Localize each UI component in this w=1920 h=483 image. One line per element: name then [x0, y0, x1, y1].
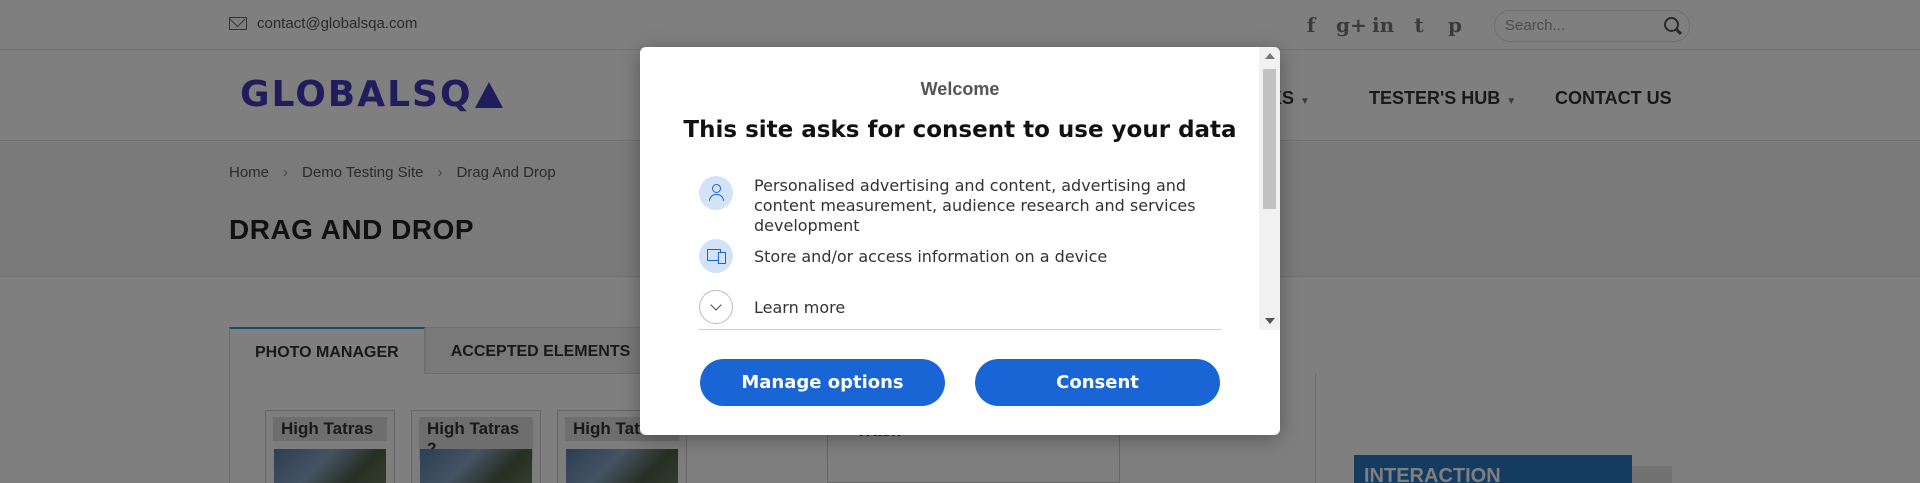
- purpose-personalised-ads: Personalised advertising and content, ad…: [699, 176, 1219, 236]
- scroll-down-icon[interactable]: [1265, 318, 1275, 324]
- manage-options-button[interactable]: Manage options: [700, 359, 945, 406]
- learn-more-label[interactable]: Learn more: [754, 290, 845, 318]
- chevron-down-icon[interactable]: [699, 290, 733, 324]
- consent-dialog: Welcome This site asks for consent to us…: [640, 47, 1280, 435]
- dialog-welcome: Welcome: [920, 79, 1000, 99]
- purpose-text: Store and/or access information on a dev…: [754, 247, 1108, 266]
- purpose-text: Personalised advertising and content, ad…: [754, 176, 1196, 235]
- scrollbar-thumb[interactable]: [1263, 69, 1276, 209]
- learn-more[interactable]: Learn more: [699, 290, 1219, 324]
- dialog-title: This site asks for consent to use your d…: [683, 117, 1237, 143]
- consent-button[interactable]: Consent: [975, 359, 1220, 406]
- dialog-divider: [699, 329, 1221, 330]
- person-icon: [699, 176, 733, 210]
- consent-scroll-area[interactable]: Welcome This site asks for consent to us…: [640, 47, 1280, 330]
- dialog-scrollbar[interactable]: [1259, 47, 1280, 330]
- purpose-store-access: Store and/or access information on a dev…: [699, 239, 1219, 273]
- device-icon: [699, 239, 733, 273]
- scroll-up-icon[interactable]: [1265, 53, 1275, 59]
